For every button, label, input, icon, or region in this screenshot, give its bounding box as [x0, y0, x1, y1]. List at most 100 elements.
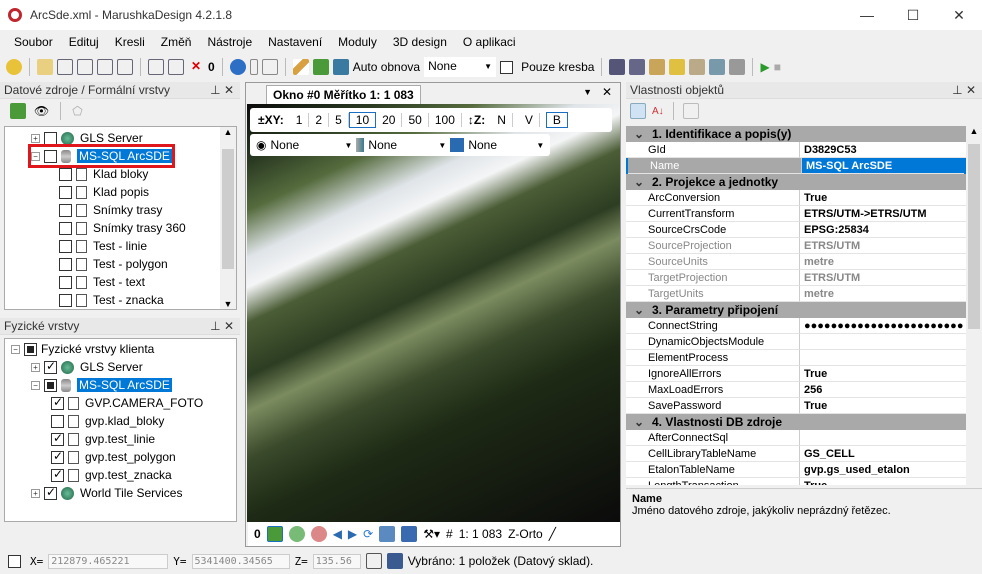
- layer-checkbox[interactable]: [59, 167, 72, 181]
- draw-only-checkbox[interactable]: [500, 60, 514, 74]
- tree-item[interactable]: Snímky trasy: [59, 201, 162, 219]
- tool-f-icon[interactable]: [709, 59, 726, 75]
- zoom-step-1[interactable]: 1: [290, 113, 310, 127]
- property-pages-icon[interactable]: [682, 103, 699, 119]
- x-field[interactable]: 212879.465221: [48, 553, 169, 569]
- menu-edituj[interactable]: Edituj: [61, 35, 107, 49]
- tree-item[interactable]: Test - linie: [59, 237, 147, 255]
- grid-icon[interactable]: #: [446, 527, 453, 541]
- tool-b-icon[interactable]: [629, 59, 646, 75]
- property-value[interactable]: 256: [800, 382, 966, 398]
- property-row[interactable]: CellLibraryTableName GS_CELL: [626, 446, 966, 462]
- refresh-icon[interactable]: [332, 59, 349, 75]
- menu-soubor[interactable]: Soubor: [6, 35, 61, 49]
- play-icon[interactable]: ▶: [760, 60, 769, 74]
- chevron-down-icon[interactable]: ▼: [536, 141, 544, 150]
- expander-icon[interactable]: +: [31, 488, 40, 498]
- layer-checkbox[interactable]: [44, 149, 57, 163]
- layer-select-1[interactable]: None: [270, 138, 340, 152]
- property-value[interactable]: metre: [800, 286, 966, 302]
- tree-item[interactable]: Klad popis: [59, 183, 149, 201]
- property-row[interactable]: EtalonTableName gvp.gs_used_etalon: [626, 462, 966, 478]
- map-tab[interactable]: Okno #0 Měřítko 1: 1 083: [266, 85, 421, 105]
- property-row[interactable]: SourceUnits metre: [626, 254, 966, 270]
- expander-icon[interactable]: +: [31, 362, 40, 372]
- property-row[interactable]: LengthTransactionTrue: [626, 478, 966, 485]
- categorized-icon[interactable]: [630, 103, 646, 119]
- property-value[interactable]: [800, 350, 966, 366]
- expander-icon[interactable]: +: [31, 133, 40, 143]
- layer-select-3[interactable]: None: [468, 138, 532, 152]
- tree-item[interactable]: gvp.klad_bloky: [51, 412, 164, 430]
- auto-refresh-select[interactable]: None ▼: [424, 57, 497, 77]
- z-field[interactable]: 135.56: [312, 553, 361, 569]
- property-value[interactable]: True: [800, 398, 966, 414]
- tree-item[interactable]: Test - polygon: [59, 255, 168, 273]
- property-value[interactable]: [800, 430, 966, 446]
- select-polygon-icon[interactable]: [77, 59, 93, 75]
- tool-a-icon[interactable]: [609, 59, 626, 75]
- property-value[interactable]: True: [800, 478, 966, 485]
- property-row[interactable]: ConnectString ●●●●●●●●●●●●●●●●●●●●●●●●: [626, 318, 966, 334]
- tool-g-icon[interactable]: [729, 59, 746, 75]
- tree-item[interactable]: Test - text: [59, 273, 145, 291]
- expander-icon[interactable]: −: [11, 344, 20, 354]
- layer-checkbox[interactable]: [59, 293, 72, 307]
- attachment-icon[interactable]: [249, 59, 258, 75]
- scrollbar[interactable]: ▲ ▼: [220, 127, 236, 309]
- chevron-down-icon[interactable]: ⌄: [634, 414, 652, 430]
- map-canvas[interactable]: [247, 104, 620, 522]
- menu-zmen[interactable]: Změň: [153, 35, 200, 49]
- layer-checkbox[interactable]: [51, 467, 64, 482]
- tools-icon[interactable]: ⚒▾: [423, 527, 440, 541]
- zoom-step-20[interactable]: 20: [376, 113, 403, 127]
- zoom-step-10[interactable]: 10: [348, 112, 377, 128]
- zoom-step-2[interactable]: 2: [309, 113, 330, 127]
- select-rect-icon[interactable]: [57, 59, 73, 75]
- property-row[interactable]: IgnoreAllErrors True: [626, 366, 966, 382]
- tree-item[interactable]: − Fyzické vrstvy klienta: [11, 340, 154, 358]
- layer-checkbox[interactable]: [51, 449, 64, 464]
- eye-icon[interactable]: 👁: [34, 104, 49, 118]
- layer-checkbox[interactable]: [44, 359, 57, 374]
- expander-icon[interactable]: −: [31, 151, 40, 161]
- layer-checkbox[interactable]: [44, 131, 57, 145]
- property-row[interactable]: SourceProjection ETRS/UTM: [626, 238, 966, 254]
- select-3d-icon[interactable]: [117, 59, 133, 75]
- layer-checkbox[interactable]: [59, 221, 72, 235]
- zoom-step-100[interactable]: 100: [429, 113, 462, 127]
- forward-icon[interactable]: ▶: [348, 527, 357, 541]
- z-option-v[interactable]: V: [519, 113, 540, 127]
- tool-d-icon[interactable]: [669, 59, 686, 75]
- layer-checkbox[interactable]: [59, 203, 72, 217]
- select-icon[interactable]: [37, 59, 53, 75]
- layer-checkbox[interactable]: [51, 414, 64, 428]
- layer-checkbox[interactable]: [59, 239, 72, 253]
- tree-item[interactable]: − MS-SQL ArcSDE: [31, 376, 172, 394]
- zoom-in-icon[interactable]: [288, 526, 305, 542]
- property-value[interactable]: ETRS/UTM: [800, 238, 966, 254]
- property-row[interactable]: ArcConversion True: [626, 190, 966, 206]
- property-category[interactable]: ⌄ 4. Vlastnosti DB zdroje: [626, 414, 966, 430]
- tree-item[interactable]: + GLS Server: [31, 129, 143, 147]
- pin-close-icons[interactable]: ⊥ ✕: [210, 82, 234, 99]
- zoom-out-icon[interactable]: [310, 526, 327, 542]
- pentagon-icon[interactable]: ⬠: [72, 104, 82, 118]
- z-option-n[interactable]: N: [491, 113, 513, 127]
- query-icon[interactable]: [261, 59, 278, 75]
- property-value[interactable]: EPSG:25834: [800, 222, 966, 238]
- coord-lock-checkbox[interactable]: [8, 554, 21, 568]
- tree-item[interactable]: gvp.test_linie: [51, 430, 155, 448]
- image-icon[interactable]: [379, 526, 396, 542]
- ruler-icon[interactable]: [365, 553, 382, 569]
- info-icon[interactable]: [229, 59, 246, 75]
- refresh-map-icon[interactable]: ⟳: [363, 527, 373, 541]
- zoom-step-50[interactable]: 50: [402, 113, 429, 127]
- minimize-button[interactable]: —: [844, 0, 890, 30]
- property-row[interactable]: AfterConnectSql: [626, 430, 966, 446]
- property-row[interactable]: MaxLoadErrors 256: [626, 382, 966, 398]
- property-value[interactable]: D3829C53: [800, 142, 966, 158]
- property-value[interactable]: [800, 334, 966, 350]
- tree-item[interactable]: GVP.CAMERA_FOTO: [51, 394, 203, 412]
- close-button[interactable]: ✕: [936, 0, 982, 30]
